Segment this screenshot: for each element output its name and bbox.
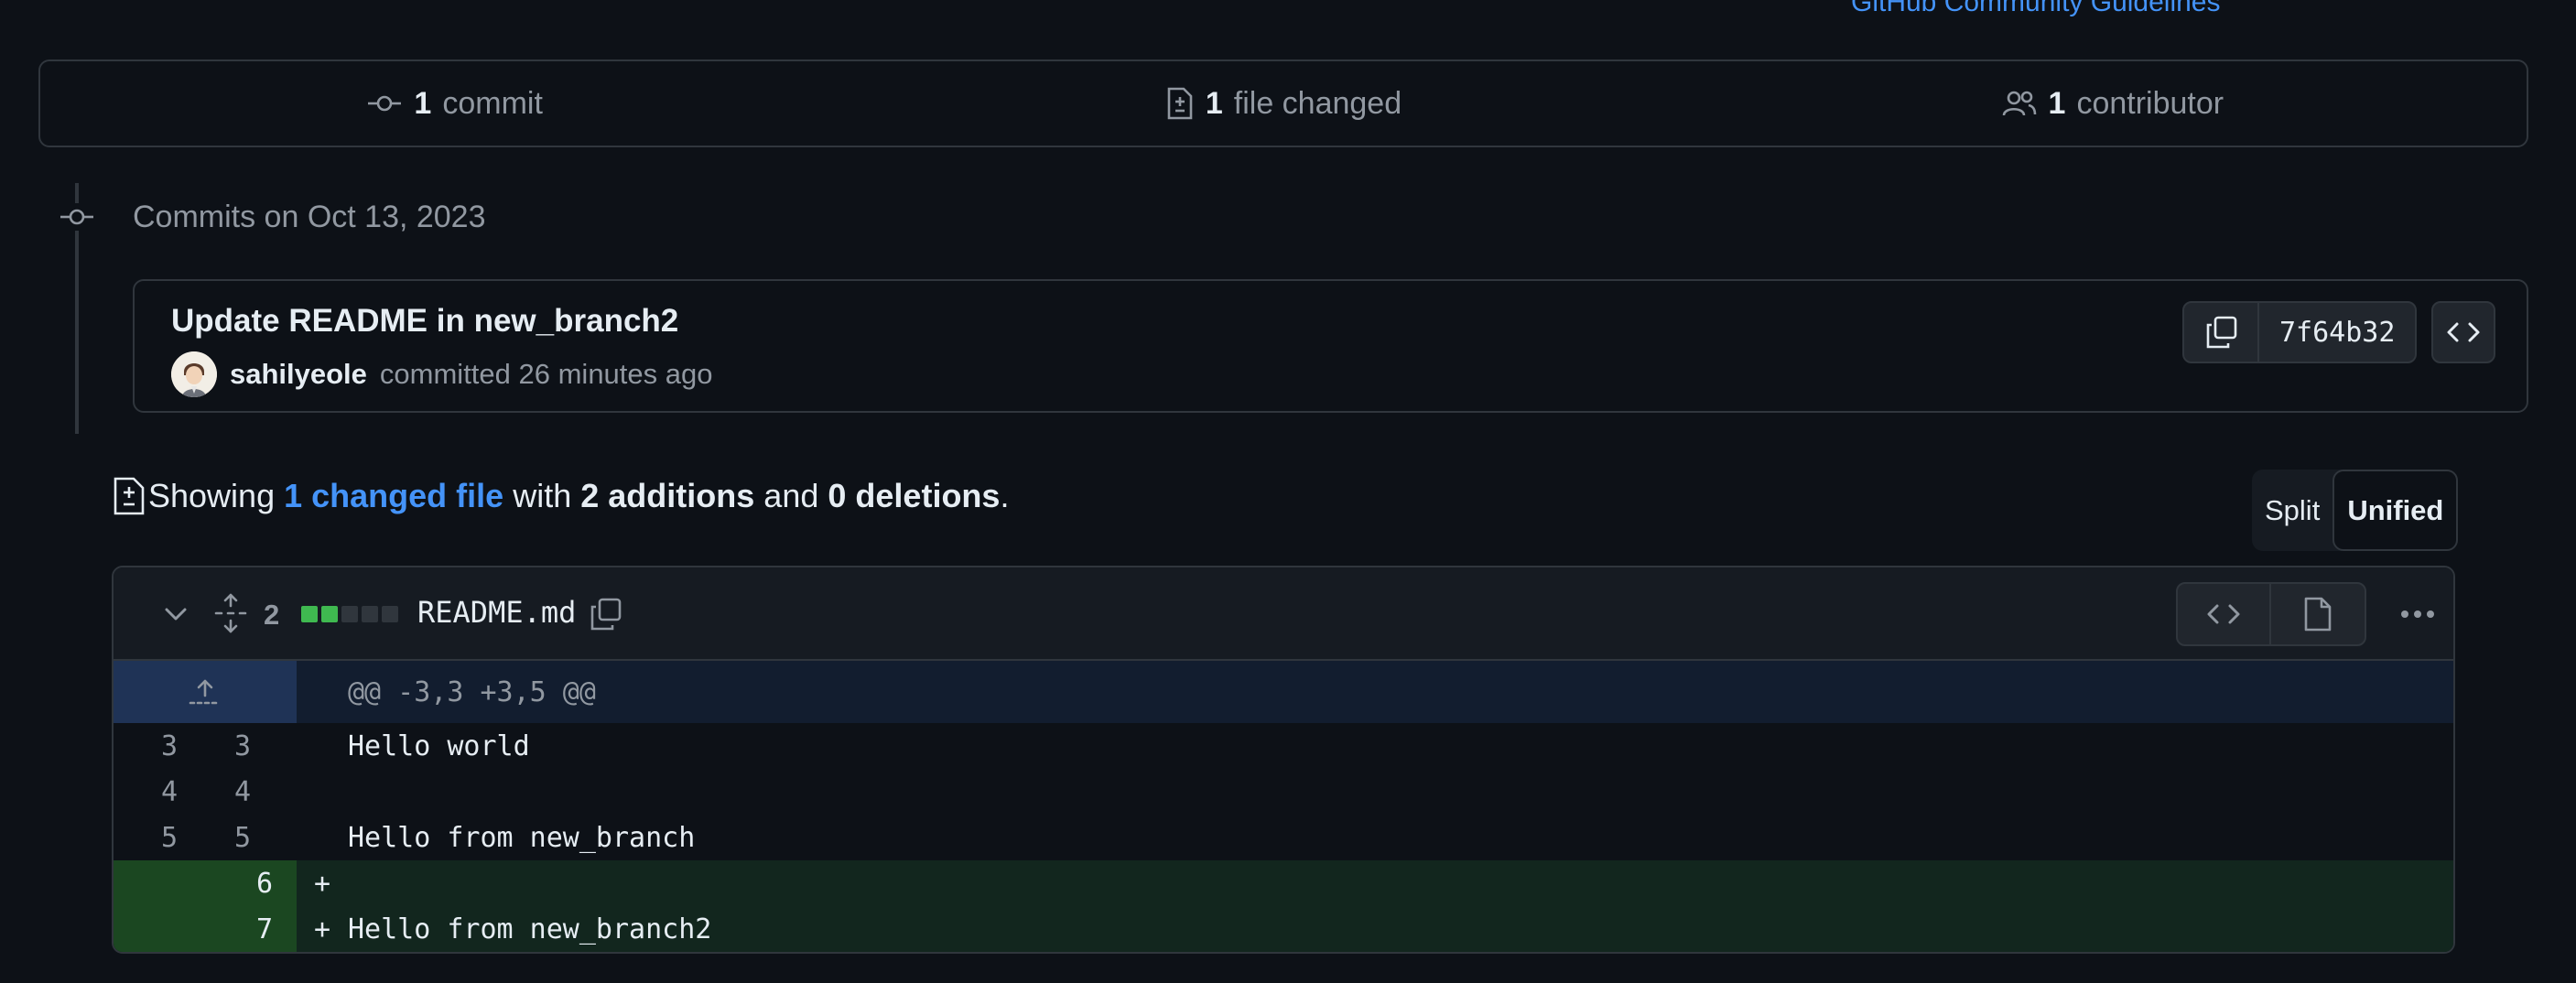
chevron-down-icon [165, 608, 187, 621]
contributors-count: 1 [2048, 85, 2066, 121]
git-commit-icon [368, 95, 402, 112]
old-line-number[interactable]: 4 [114, 776, 178, 808]
commits-date-heading: Commits on Oct 13, 2023 [133, 200, 486, 234]
fold-up-icon [189, 679, 218, 705]
diffstat-block-added [301, 606, 318, 622]
code-icon [2447, 322, 2480, 342]
commit-author-link[interactable]: sahilyeole [230, 358, 367, 391]
unified-view-button[interactable]: Unified [2332, 470, 2459, 551]
new-line-number[interactable]: 7 [114, 906, 297, 952]
view-source-button[interactable] [2178, 584, 2271, 644]
expand-up-button[interactable] [114, 661, 297, 723]
showing-with: with [513, 477, 572, 514]
diffstat-blocks [301, 606, 398, 622]
files-count: 1 [1205, 85, 1223, 121]
showing-and: and [763, 477, 819, 514]
commit-sha-group: 7f64b32 [2182, 301, 2418, 363]
old-line-number[interactable]: 5 [114, 822, 178, 854]
file-header: 2 README.md [114, 567, 2453, 661]
diff-table: @@ -3,3 +3,5 @@ 33 Hello world 44 55 Hel… [114, 661, 2453, 952]
old-line-number[interactable]: 3 [114, 730, 178, 762]
copy-sha-button[interactable] [2184, 303, 2259, 362]
avatar[interactable] [171, 351, 217, 397]
commits-label: commit [442, 85, 543, 121]
hunk-row: @@ -3,3 +3,5 @@ [114, 661, 2453, 723]
hunk-header: @@ -3,3 +3,5 @@ [348, 675, 596, 708]
copy-icon [590, 598, 622, 631]
contributors-summary[interactable]: 1 contributor [1698, 86, 2527, 122]
diff-line-added: 7 + Hello from new_branch2 [114, 906, 2453, 952]
commits-summary[interactable]: 1 commit [40, 86, 869, 122]
copy-icon [2206, 316, 2237, 349]
diff-view-toggle: Split Unified [2252, 470, 2459, 551]
new-line-number[interactable]: 6 [114, 860, 297, 906]
copy-path-button[interactable] [582, 591, 628, 637]
files-label: file changed [1233, 85, 1402, 121]
diff-code: Hello world [348, 729, 530, 762]
showing-prefix: Showing [148, 477, 276, 514]
changed-files-link[interactable]: 1 changed file [284, 477, 503, 515]
expand-all-button[interactable] [211, 588, 251, 639]
file-icon [2304, 597, 2332, 632]
split-view-button[interactable]: Split [2252, 470, 2332, 551]
new-line-number[interactable]: 3 [178, 730, 251, 762]
unfold-icon [214, 593, 247, 633]
new-line-number[interactable]: 4 [178, 776, 251, 808]
diffstat-block-added [321, 606, 338, 622]
additions-count: 2 additions [580, 477, 755, 514]
timeline-commit-icon [59, 203, 95, 231]
commit-card: Update README in new_branch2 sahilyeole … [133, 279, 2528, 413]
new-line-number[interactable]: 5 [178, 822, 251, 854]
commit-time: committed 26 minutes ago [379, 358, 713, 390]
diff-line: 44 [114, 769, 2453, 815]
collapse-file-button[interactable] [157, 591, 194, 637]
file-name-link[interactable]: README.md [417, 595, 576, 630]
people-icon [2002, 91, 2036, 116]
diffstat-block-neutral [382, 606, 398, 622]
diff-line: 55 Hello from new_branch [114, 815, 2453, 860]
diff-code: Hello from new_branch [348, 821, 696, 854]
deletions-count: 0 deletions [828, 477, 1001, 514]
browse-repo-button[interactable] [2431, 301, 2495, 363]
diffstat-block-neutral [341, 606, 358, 622]
compare-summary-bar: 1 commit 1 file changed 1 contributor [38, 59, 2528, 147]
diff-code: Hello from new_branch2 [348, 913, 712, 945]
diff-line-added: 6 + [114, 860, 2453, 906]
diff-summary-text: Showing 1 changed file with 2 additions … [112, 476, 1009, 516]
commit-title-link[interactable]: Update README in new_branch2 [171, 303, 678, 340]
diff-sign: + [313, 867, 331, 900]
file-diff-icon [1167, 87, 1193, 120]
code-icon [2207, 604, 2240, 624]
file-options-button[interactable] [2391, 588, 2444, 641]
file-diff: 2 README.md @@ -3,3 +3,5 @@ 3 3 Hello wo… [112, 566, 2455, 954]
showing-period: . [1000, 477, 1010, 514]
commits-count: 1 [414, 85, 432, 121]
diffstat-count: 2 [264, 599, 280, 631]
files-summary[interactable]: 1 file changed [869, 86, 1697, 122]
file-view-toggle [2176, 582, 2366, 646]
commit-meta: sahilyeole committed 26 minutes ago [171, 351, 713, 398]
kebab-horizontal-icon [2401, 610, 2434, 618]
view-rich-button[interactable] [2271, 584, 2365, 644]
community-guidelines-link[interactable]: GitHub Community Guidelines [1851, 0, 2221, 18]
diff-line: 33 Hello world [114, 723, 2453, 769]
commit-sha-link[interactable]: 7f64b32 [2259, 303, 2415, 362]
diffstat-block-neutral [362, 606, 378, 622]
contributors-label: contributor [2076, 85, 2224, 121]
file-diff-icon [114, 477, 145, 515]
diff-sign: + [313, 913, 331, 945]
